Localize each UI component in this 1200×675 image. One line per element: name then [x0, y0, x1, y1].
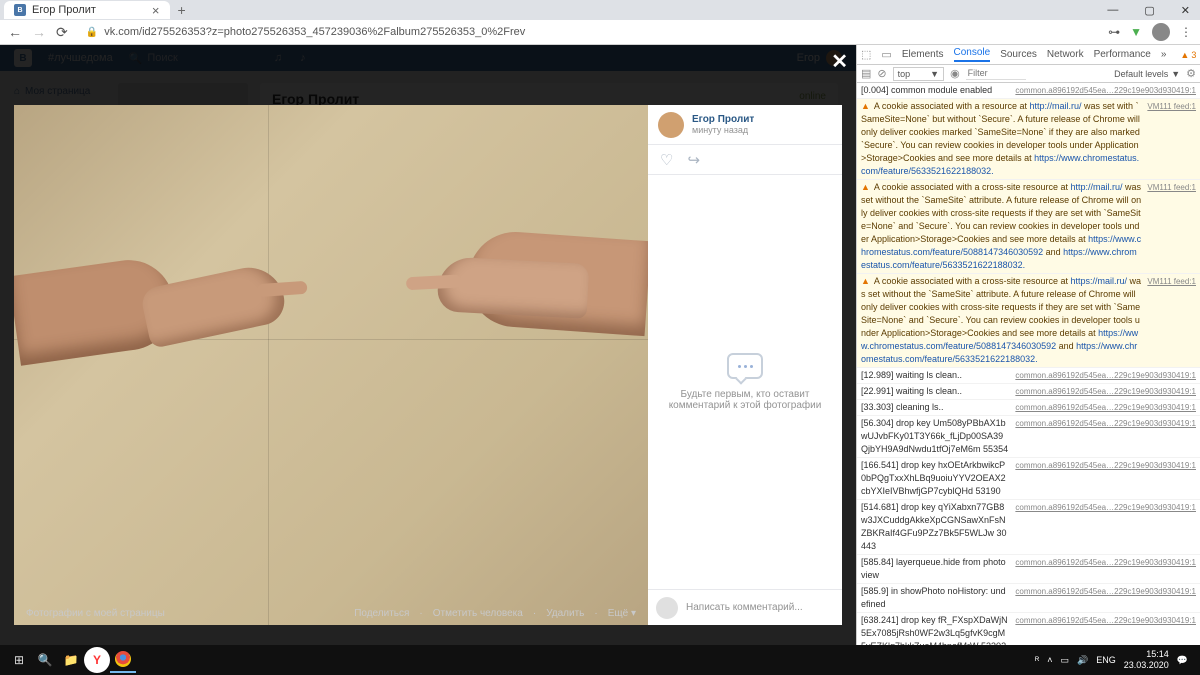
- taskbar-search[interactable]: 🔍: [32, 647, 58, 673]
- lock-icon: 🔒: [86, 27, 98, 38]
- tab-performance[interactable]: Performance: [1094, 49, 1151, 60]
- share-action[interactable]: Поделиться: [354, 608, 409, 619]
- window-close-button[interactable]: ✕: [1175, 2, 1196, 19]
- console-warning-row: ▲A cookie associated with a resource at …: [857, 99, 1200, 180]
- console-log-row: [56.304] drop key Um508yPBbAX1bwUJvbFKy0…: [857, 416, 1200, 458]
- browser-toolbar: ← → ⟳ 🔒 vk.com/id275526353?z=photo275526…: [0, 20, 1200, 45]
- tab-elements[interactable]: Elements: [902, 49, 944, 60]
- console-subbar: ▤ ⊘ top▼ ◉ Default levels▼ ⚙: [857, 65, 1200, 83]
- commenter-avatar: [656, 597, 678, 619]
- back-button[interactable]: ←: [8, 24, 22, 40]
- console-log-row: [33.303] cleaning ls..common.a896192d545…: [857, 400, 1200, 416]
- minimize-button[interactable]: —: [1101, 2, 1124, 19]
- console-log-row: [585.84] layerqueue.hide from photoviewc…: [857, 555, 1200, 584]
- console-settings-icon[interactable]: ⚙: [1186, 67, 1196, 80]
- console-log-row: [166.541] drop key hxOEtArkbwikcP0bPQgTx…: [857, 458, 1200, 500]
- key-icon[interactable]: ⊶: [1108, 25, 1120, 39]
- devtools-panel: ⬚ ▭ Elements Console Sources Network Per…: [856, 45, 1200, 645]
- console-log-row: [638.241] drop key fR_FXspXDaWjN5Ex7085j…: [857, 613, 1200, 645]
- reload-button[interactable]: ⟳: [56, 24, 68, 41]
- shield-icon[interactable]: ▼: [1130, 25, 1142, 39]
- author-avatar[interactable]: [658, 112, 684, 138]
- tab-console[interactable]: Console: [954, 47, 991, 62]
- profile-avatar[interactable]: [1152, 23, 1170, 41]
- tag-action[interactable]: Отметить человека: [433, 608, 523, 619]
- console-log-row: [0.004] common module enabledcommon.a896…: [857, 83, 1200, 99]
- photo-image[interactable]: [14, 105, 648, 625]
- photo-reactions: ♡ ↪: [648, 145, 842, 175]
- comment-input[interactable]: Написать комментарий...: [686, 602, 834, 613]
- close-icon[interactable]: ✕: [831, 49, 848, 74]
- console-output[interactable]: [0.004] common module enabledcommon.a896…: [857, 83, 1200, 645]
- forward-button[interactable]: →: [32, 24, 46, 40]
- tab-close-icon[interactable]: ×: [152, 3, 160, 18]
- window-controls: — ▢ ✕: [1101, 2, 1196, 19]
- chrome-menu-icon[interactable]: ⋮: [1180, 25, 1192, 39]
- tray-network-icon[interactable]: ▭: [1060, 655, 1069, 666]
- start-button[interactable]: ⊞: [6, 647, 32, 673]
- comment-bubble-icon: [727, 353, 763, 379]
- delete-action[interactable]: Удалить: [546, 608, 584, 619]
- eye-icon[interactable]: ◉: [950, 67, 960, 80]
- maximize-button[interactable]: ▢: [1138, 2, 1160, 19]
- inspect-icon[interactable]: ⬚: [861, 48, 871, 61]
- sidebar-toggle-icon[interactable]: ▤: [861, 67, 871, 80]
- devtools-tabbar: ⬚ ▭ Elements Console Sources Network Per…: [857, 45, 1200, 65]
- tray-notifications-icon[interactable]: 💬: [1177, 655, 1188, 666]
- new-tab-button[interactable]: +: [178, 2, 186, 18]
- warning-badge[interactable]: ▲3: [1180, 50, 1196, 60]
- page-viewport: B #лучшедома 🔍 Поиск ♫ ♪ Егор ⌂ Моя стра…: [0, 45, 856, 645]
- vk-favicon: B: [14, 4, 26, 16]
- console-log-row: [22.991] waiting ls clean..common.a89619…: [857, 384, 1200, 400]
- photo-author: Егор Пролит минуту назад: [648, 105, 842, 145]
- console-log-row: [514.681] drop key qYiXabxn77GB8w3JXCudd…: [857, 500, 1200, 555]
- album-title[interactable]: Фотографии с моей страницы: [26, 608, 165, 619]
- comment-input-row: Написать комментарий...: [648, 589, 842, 625]
- photo-time: минуту назад: [692, 125, 754, 135]
- tray-clock[interactable]: 15:14 23.03.2020: [1124, 649, 1169, 671]
- tray-people-icon[interactable]: ᴿ: [1035, 655, 1039, 665]
- url-text: vk.com/id275526353?z=photo275526353_4572…: [104, 26, 525, 38]
- tab-title: Егор Пролит: [32, 4, 96, 16]
- context-selector[interactable]: top▼: [893, 67, 944, 81]
- taskbar-chrome[interactable]: [110, 647, 136, 673]
- photoview: Егор Пролит минуту назад ♡ ↪ Будьте перв…: [14, 105, 842, 625]
- device-icon[interactable]: ▭: [881, 48, 891, 61]
- console-warning-row: ▲A cookie associated with a cross-site r…: [857, 180, 1200, 274]
- windows-taskbar: ⊞ 🔍 📁 Y ᴿ ˄ ▭ 🔊 ENG 15:14 23.03.2020 💬: [0, 645, 1200, 675]
- browser-tabstrip: B Егор Пролит × + — ▢ ✕: [0, 0, 1200, 20]
- photoview-footer: Фотографии с моей страницы Поделиться · …: [14, 601, 648, 625]
- taskbar-yandex[interactable]: Y: [84, 647, 110, 673]
- console-filter-input[interactable]: [966, 67, 1026, 80]
- tray-language[interactable]: ENG: [1096, 655, 1116, 665]
- heart-icon[interactable]: ♡: [660, 151, 673, 169]
- more-action[interactable]: Ещё ▾: [608, 608, 636, 619]
- clear-console-icon[interactable]: ⊘: [877, 67, 886, 80]
- tab-network[interactable]: Network: [1047, 49, 1084, 60]
- console-warning-row: ▲A cookie associated with a cross-site r…: [857, 274, 1200, 368]
- log-levels-dropdown[interactable]: Default levels▼: [1114, 69, 1180, 79]
- comments-empty-state: Будьте первым, кто оставит комментарий к…: [648, 175, 842, 589]
- tray-sound-icon[interactable]: 🔊: [1077, 655, 1088, 666]
- share-icon[interactable]: ↪: [687, 151, 700, 169]
- tray-up-icon[interactable]: ˄: [1047, 655, 1052, 665]
- taskbar-explorer[interactable]: 📁: [58, 647, 84, 673]
- photo-sidebar: Егор Пролит минуту назад ♡ ↪ Будьте перв…: [648, 105, 842, 625]
- console-log-row: [585.9] in showPhoto noHistory: undefine…: [857, 584, 1200, 613]
- address-bar[interactable]: 🔒 vk.com/id275526353?z=photo275526353_45…: [78, 26, 1098, 38]
- console-log-row: [12.989] waiting ls clean..common.a89619…: [857, 368, 1200, 384]
- tab-more[interactable]: »: [1161, 49, 1167, 60]
- photoview-overlay: ✕ Егор Пролит минуту назад: [0, 45, 856, 645]
- browser-tab[interactable]: B Егор Пролит ×: [4, 1, 170, 19]
- author-name-link[interactable]: Егор Пролит: [692, 114, 754, 125]
- tab-sources[interactable]: Sources: [1000, 49, 1037, 60]
